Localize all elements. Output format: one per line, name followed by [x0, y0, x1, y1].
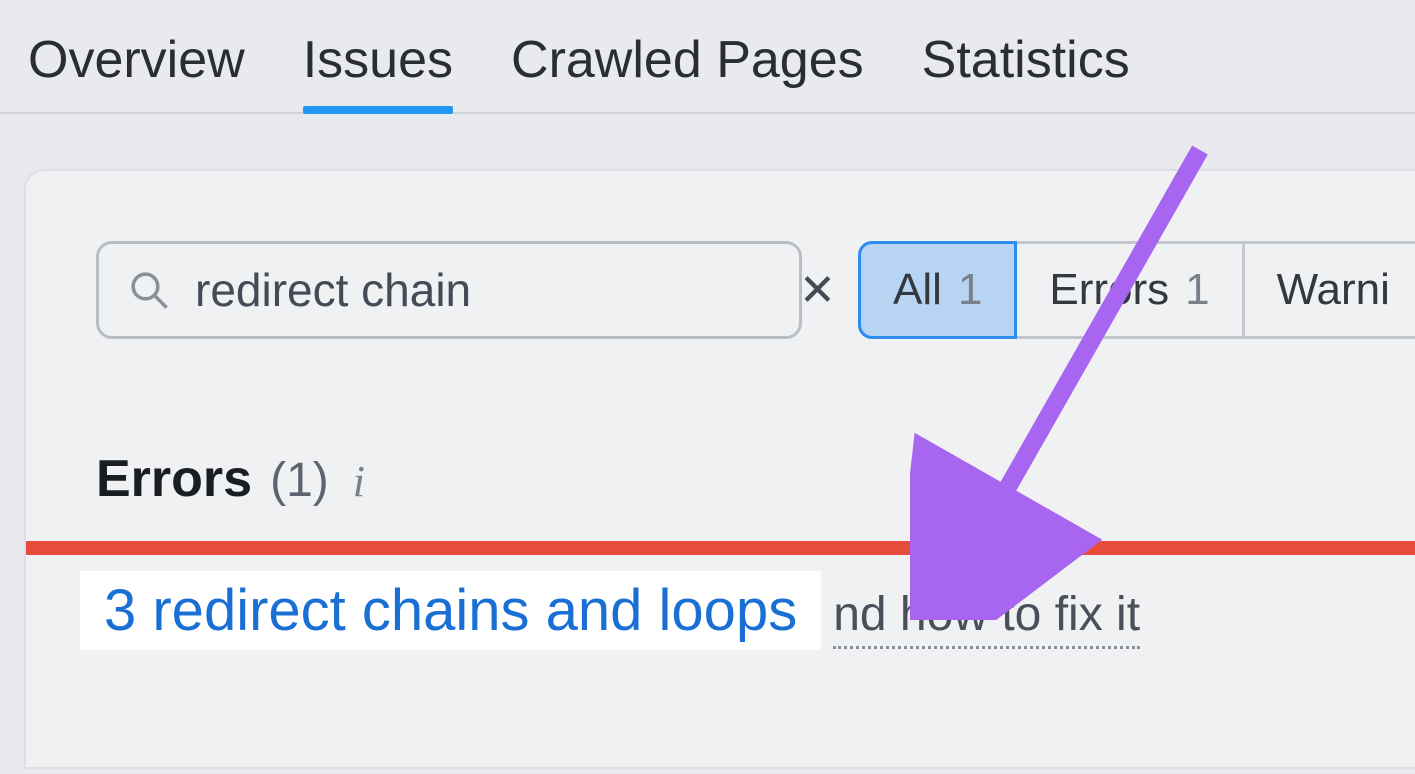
- filter-errors[interactable]: Errors 1: [1017, 241, 1244, 339]
- filter-warnings[interactable]: Warni: [1245, 241, 1415, 339]
- tab-bar: Overview Issues Crawled Pages Statistics: [0, 0, 1415, 114]
- section-header: Errors (1) i: [96, 449, 1415, 509]
- filter-all-label: All: [893, 265, 942, 315]
- section-title: Errors: [96, 449, 252, 509]
- tab-issues[interactable]: Issues: [303, 30, 453, 112]
- issues-panel: ✕ All 1 Errors 1 Warni Errors (1) i 3 re…: [24, 169, 1415, 769]
- issue-how-to-fix-link[interactable]: nd how to fix it: [833, 587, 1140, 649]
- filter-group: All 1 Errors 1 Warni: [858, 241, 1415, 339]
- info-icon[interactable]: i: [353, 456, 365, 507]
- filter-all-count: 1: [958, 265, 982, 315]
- filter-errors-count: 1: [1185, 265, 1209, 315]
- clear-search-icon[interactable]: ✕: [793, 265, 842, 316]
- tab-statistics[interactable]: Statistics: [922, 30, 1130, 112]
- controls-row: ✕ All 1 Errors 1 Warni: [96, 241, 1415, 339]
- section-count: (1): [270, 453, 329, 508]
- search-input[interactable]: [195, 263, 793, 317]
- tab-crawled-pages[interactable]: Crawled Pages: [511, 30, 864, 112]
- search-icon: [127, 268, 171, 312]
- filter-all[interactable]: All 1: [858, 241, 1017, 339]
- error-severity-bar: [26, 541, 1415, 555]
- filter-errors-label: Errors: [1049, 265, 1169, 315]
- issue-link[interactable]: 3 redirect chains and loops: [80, 571, 821, 650]
- search-box[interactable]: ✕: [96, 241, 802, 339]
- filter-warnings-label: Warni: [1277, 265, 1390, 315]
- issue-row: 3 redirect chains and loops nd how to fi…: [80, 571, 1140, 650]
- tab-overview[interactable]: Overview: [28, 30, 245, 112]
